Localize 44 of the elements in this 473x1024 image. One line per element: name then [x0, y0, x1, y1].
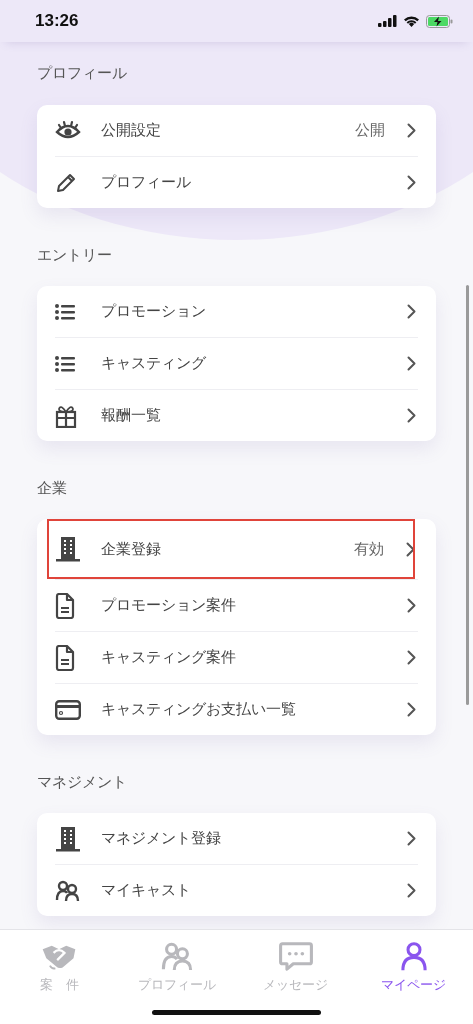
chat-icon — [276, 942, 315, 971]
chevron-icon — [407, 650, 416, 665]
chevron-icon — [406, 541, 415, 557]
section-title: 企業 — [37, 479, 67, 497]
menu-item[interactable]: プロフィール — [37, 157, 436, 208]
chevron-icon — [407, 598, 416, 613]
building-icon — [55, 536, 81, 562]
menu-item[interactable]: マネジメント登録 — [37, 813, 436, 864]
list-icon — [55, 303, 75, 320]
battery-icon — [426, 14, 453, 28]
chevron-icon — [407, 883, 416, 898]
chevron-icon — [407, 408, 416, 423]
menu-item[interactable]: キャスティング案件 — [37, 632, 436, 683]
section-title: エントリー — [37, 246, 112, 264]
document-icon — [55, 644, 75, 671]
building-icon — [55, 825, 81, 852]
chevron-icon — [407, 175, 416, 190]
chevron-icon — [407, 831, 416, 846]
status-time: 13:26 — [35, 11, 79, 31]
list-icon — [55, 355, 75, 372]
item-value: 有効 — [354, 539, 384, 559]
menu-item[interactable]: 報酬一覧 — [37, 390, 436, 441]
menu-item[interactable]: プロモーション — [37, 286, 436, 337]
menu-item[interactable]: プロモーション案件 — [37, 580, 436, 631]
menu-item[interactable]: 企業登録 有効 — [47, 519, 415, 579]
people-icon — [55, 879, 81, 902]
gift-icon — [55, 403, 77, 428]
menu-item[interactable]: キャスティング — [37, 338, 436, 389]
menu-item[interactable]: キャスティングお支払い一覧 — [37, 684, 436, 735]
menu-item[interactable]: 公開設定 公開 — [37, 105, 436, 156]
credit-card-icon — [55, 699, 81, 720]
tab-item[interactable]: マイページ — [354, 930, 473, 994]
pencil-icon — [55, 171, 77, 194]
section-title: プロフィール — [37, 64, 127, 82]
chevron-icon — [407, 304, 416, 319]
chevron-icon — [407, 356, 416, 371]
chevron-icon — [407, 702, 416, 717]
document-icon — [55, 592, 75, 619]
item-value: 公開 — [355, 121, 385, 140]
signal-icon — [378, 15, 397, 27]
section-title: マネジメント — [37, 773, 127, 791]
wifi-icon — [403, 15, 420, 27]
chevron-icon — [407, 123, 416, 138]
menu-item[interactable]: マイキャスト — [37, 865, 436, 916]
